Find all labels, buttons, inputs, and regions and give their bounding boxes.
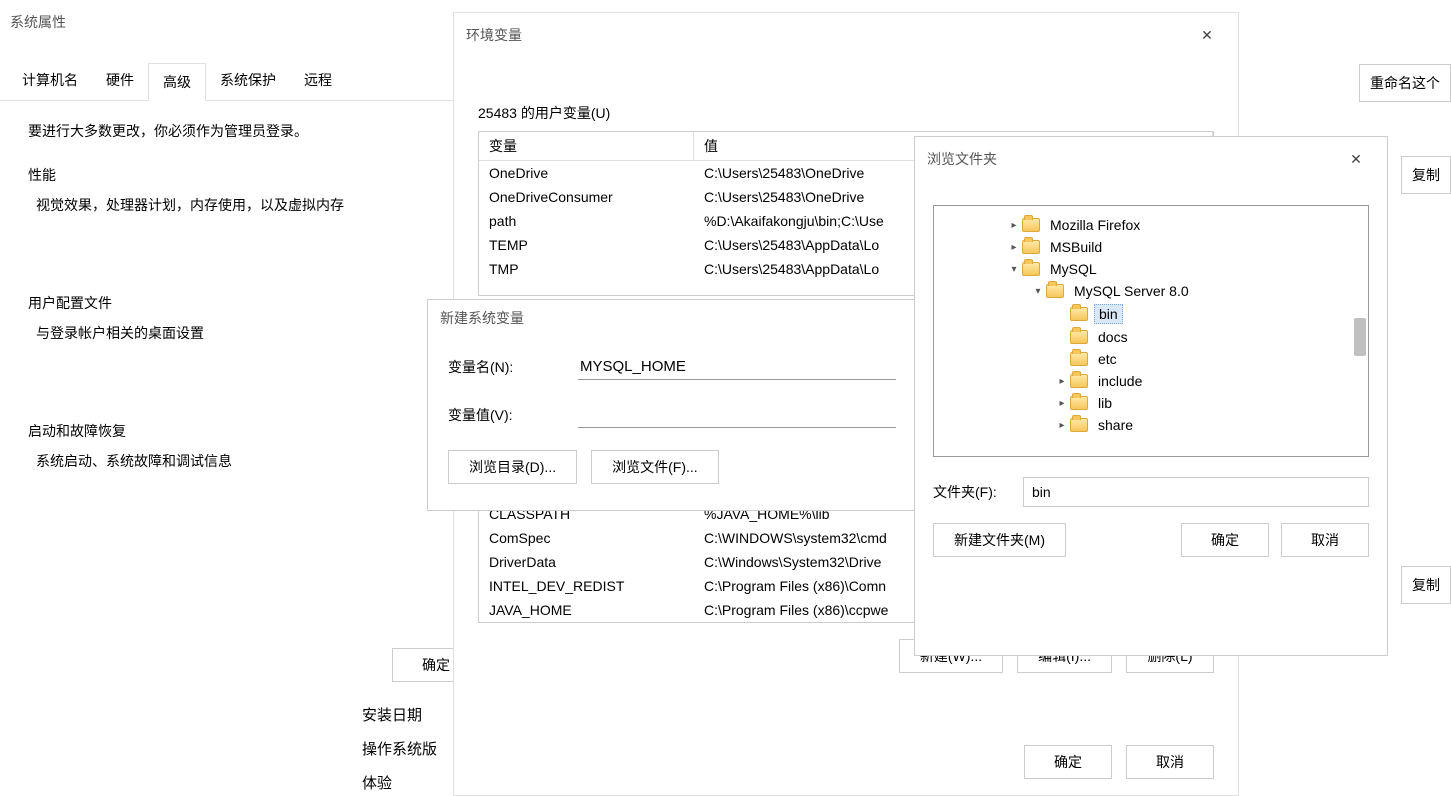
tree-label: lib [1094, 394, 1116, 412]
folder-icon [1070, 352, 1088, 366]
var-value-label: 变量值(V): [448, 405, 578, 425]
chevron-none-icon [1054, 306, 1070, 322]
chevron-none-icon [1054, 351, 1070, 367]
tab-advanced[interactable]: 高级 [148, 63, 206, 101]
folder-icon [1070, 307, 1088, 321]
tree-label: MySQL [1046, 260, 1101, 278]
copy-button-1[interactable]: 复制 [1401, 156, 1451, 194]
chevron-right-icon[interactable]: ▸ [1054, 417, 1070, 433]
tree-item[interactable]: ▸ share [934, 414, 1368, 436]
folder-icon [1022, 218, 1040, 232]
col-name: 变量 [479, 132, 694, 160]
new-system-variable-dialog: 新建系统变量 变量名(N): 变量值(V): 浏览目录(D)... 浏览文件(F… [427, 299, 917, 511]
tree-item[interactable]: bin [934, 302, 1368, 326]
tab-remote[interactable]: 远程 [290, 62, 346, 100]
tree-label: MSBuild [1046, 238, 1106, 256]
copy-button-2[interactable]: 复制 [1401, 566, 1451, 604]
var-name: OneDrive [479, 161, 694, 185]
user-vars-label: 25483 的用户变量(U) [478, 103, 1214, 123]
folder-icon [1022, 240, 1040, 254]
tree-item[interactable]: ▸ Mozilla Firefox [934, 214, 1368, 236]
var-name: ComSpec [479, 526, 694, 550]
folder-label: 文件夹(F): [933, 482, 1023, 502]
var-name: JAVA_HOME [479, 598, 694, 622]
chevron-none-icon [1054, 329, 1070, 345]
tree-item[interactable]: ▾ MySQL [934, 258, 1368, 280]
chevron-right-icon[interactable]: ▸ [1006, 217, 1022, 233]
tree-label: MySQL Server 8.0 [1070, 282, 1193, 300]
folder-icon [1022, 262, 1040, 276]
close-icon[interactable]: ✕ [1337, 145, 1375, 173]
tree-label: Mozilla Firefox [1046, 216, 1144, 234]
bg-install-date: 安装日期 [362, 704, 422, 725]
chevron-down-icon[interactable]: ▾ [1030, 283, 1046, 299]
tab-system-protection[interactable]: 系统保护 [206, 62, 290, 100]
tree-item[interactable]: etc [934, 348, 1368, 370]
chevron-right-icon[interactable]: ▸ [1054, 373, 1070, 389]
var-name: TMP [479, 257, 694, 281]
tree-item[interactable]: docs [934, 326, 1368, 348]
browse-dir-button[interactable]: 浏览目录(D)... [448, 450, 577, 484]
envvars-title: 环境变量 [466, 25, 522, 45]
tree-item[interactable]: ▾ MySQL Server 8.0 [934, 280, 1368, 302]
bg-experience: 体验 [362, 772, 392, 793]
tree-label: bin [1094, 304, 1123, 324]
folder-input[interactable] [1023, 477, 1369, 507]
tree-label: include [1094, 372, 1146, 390]
folder-icon [1070, 330, 1088, 344]
scrollbar-thumb[interactable] [1354, 318, 1366, 356]
new-folder-button[interactable]: 新建文件夹(M) [933, 523, 1066, 557]
tree-label: docs [1094, 328, 1132, 346]
browse-title: 浏览文件夹 [927, 149, 997, 169]
envvars-cancel-button[interactable]: 取消 [1126, 745, 1214, 779]
tree-item[interactable]: ▸ include [934, 370, 1368, 392]
newvar-title: 新建系统变量 [440, 308, 524, 328]
var-name-label: 变量名(N): [448, 357, 578, 377]
folder-icon [1070, 418, 1088, 432]
var-name: OneDriveConsumer [479, 185, 694, 209]
envvars-ok-button[interactable]: 确定 [1024, 745, 1112, 779]
var-name: INTEL_DEV_REDIST [479, 574, 694, 598]
sysprops-title: 系统属性 [10, 12, 66, 32]
browse-folder-dialog: 浏览文件夹 ✕ ▸Mozilla Firefox▸MSBuild▾MySQL▾M… [914, 136, 1388, 656]
var-value-input[interactable] [578, 402, 896, 428]
tree-label: share [1094, 416, 1137, 434]
close-icon[interactable]: ✕ [1188, 21, 1226, 49]
browse-ok-button[interactable]: 确定 [1181, 523, 1269, 557]
folder-icon [1070, 374, 1088, 388]
folder-icon [1070, 396, 1088, 410]
var-name: path [479, 209, 694, 233]
folder-icon [1046, 284, 1064, 298]
chevron-right-icon[interactable]: ▸ [1006, 239, 1022, 255]
tab-computer-name[interactable]: 计算机名 [8, 62, 92, 100]
var-name: DriverData [479, 550, 694, 574]
chevron-down-icon[interactable]: ▾ [1006, 261, 1022, 277]
tree-item[interactable]: ▸ MSBuild [934, 236, 1368, 258]
tree-label: etc [1094, 350, 1121, 368]
tree-item[interactable]: ▸ lib [934, 392, 1368, 414]
chevron-right-icon[interactable]: ▸ [1054, 395, 1070, 411]
browse-cancel-button[interactable]: 取消 [1281, 523, 1369, 557]
var-name: TEMP [479, 233, 694, 257]
bg-os-version: 操作系统版 [362, 738, 437, 759]
tab-hardware[interactable]: 硬件 [92, 62, 148, 100]
folder-tree[interactable]: ▸Mozilla Firefox▸MSBuild▾MySQL▾MySQL Ser… [933, 205, 1369, 457]
var-name-input[interactable] [578, 354, 896, 380]
rename-button[interactable]: 重命名这个 [1359, 64, 1451, 102]
browse-file-button[interactable]: 浏览文件(F)... [591, 450, 719, 484]
